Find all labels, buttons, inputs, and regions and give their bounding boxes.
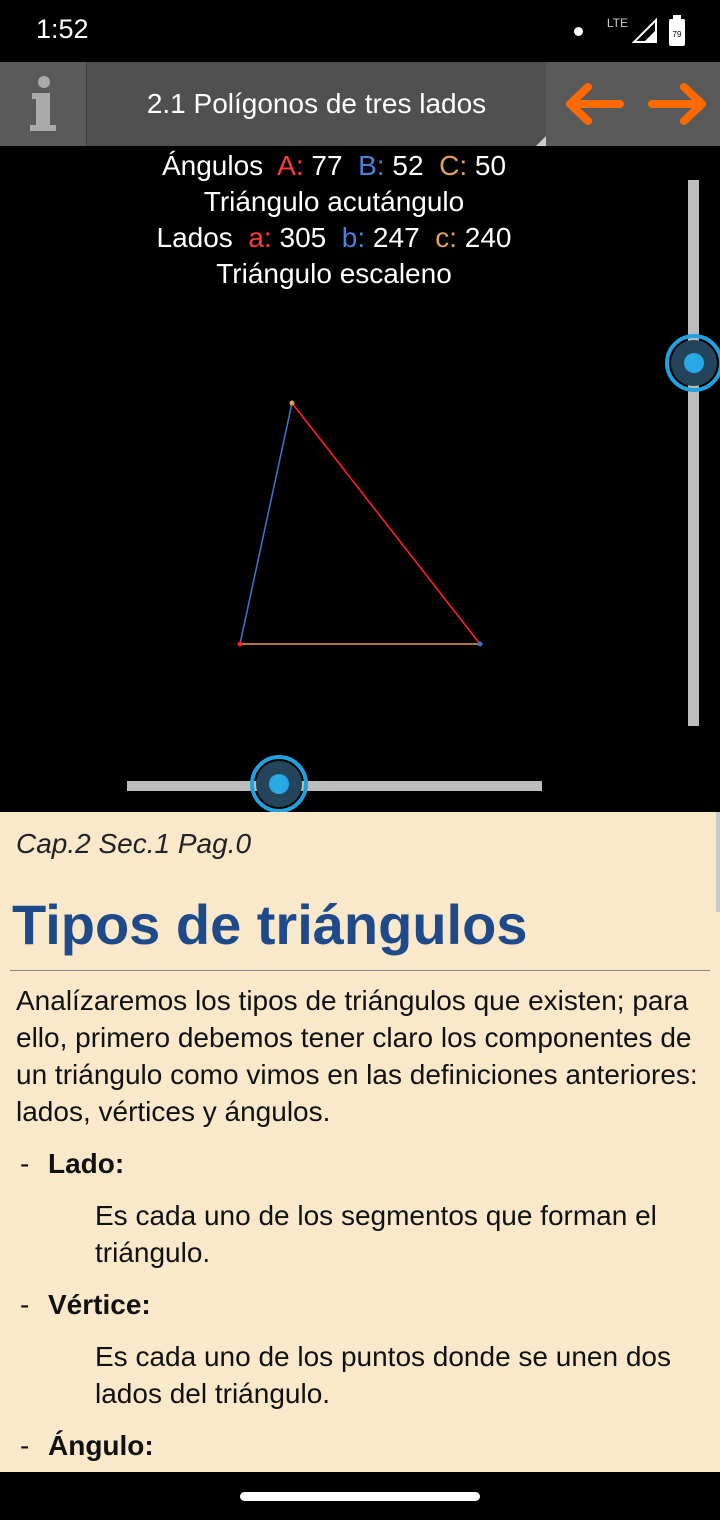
triangle-drawing <box>127 180 720 812</box>
term-lado: - Lado: <box>20 1148 125 1179</box>
signal-icon <box>632 18 657 43</box>
app-bar: 2.1 Polígonos de tres lados <box>0 62 720 146</box>
intro-paragraph: Analízaremos los tipos de triángulos que… <box>16 985 698 1127</box>
home-gesture-pill[interactable] <box>240 1492 480 1501</box>
info-button[interactable] <box>0 62 86 146</box>
network-type: LTE <box>606 16 628 30</box>
arrow-right-icon <box>648 83 706 125</box>
next-page-button[interactable] <box>636 62 720 146</box>
desc-vertice: Es cada uno de los puntos donde se unen … <box>95 1341 671 1409</box>
term-angulo: - Ángulo: <box>20 1430 154 1461</box>
horizontal-slider-track[interactable] <box>127 781 542 791</box>
vertex-c-point[interactable] <box>289 400 295 406</box>
page-reference: Cap.2 Sec.1 Pag.0 <box>16 828 252 859</box>
arrow-left-icon <box>566 83 624 125</box>
status-time: 1:52 <box>36 14 89 44</box>
battery-level: 79 <box>673 30 682 39</box>
triangle-canvas: Ángulos A: 77 B: 52 C: 50 Triángulo acut… <box>0 146 720 812</box>
lesson-content[interactable]: Cap.2 Sec.1 Pag.0 Tipos de triángulos An… <box>0 812 720 1472</box>
info-icon <box>30 76 56 131</box>
term-vertice: - Vértice: <box>20 1289 151 1320</box>
content-scrollbar[interactable] <box>716 812 720 912</box>
previous-page-button[interactable] <box>550 62 636 146</box>
notification-dot-icon <box>573 26 583 36</box>
side-a <box>291 402 481 645</box>
dropdown-corner-icon <box>536 136 546 146</box>
section-title: 2.1 Polígonos de tres lados <box>146 88 487 119</box>
vertex-b-point[interactable] <box>477 641 483 647</box>
lesson-heading: Tipos de triángulos <box>12 893 528 956</box>
status-icons: LTE 79 <box>573 14 686 48</box>
horizontal-slider-thumb[interactable] <box>250 755 308 812</box>
vertex-a-point[interactable] <box>237 641 243 647</box>
system-nav-bar <box>0 1472 720 1520</box>
vertical-slider-track[interactable] <box>688 180 699 726</box>
desc-lado: Es cada uno de los segmentos que forman … <box>95 1200 657 1268</box>
battery-icon: 79 <box>669 15 685 46</box>
heading-divider <box>10 970 710 971</box>
section-title-dropdown[interactable]: 2.1 Polígonos de tres lados <box>86 62 546 146</box>
vertical-slider-thumb[interactable] <box>665 334 720 392</box>
status-bar: 1:52 LTE 79 <box>0 0 720 62</box>
side-b <box>239 402 293 645</box>
